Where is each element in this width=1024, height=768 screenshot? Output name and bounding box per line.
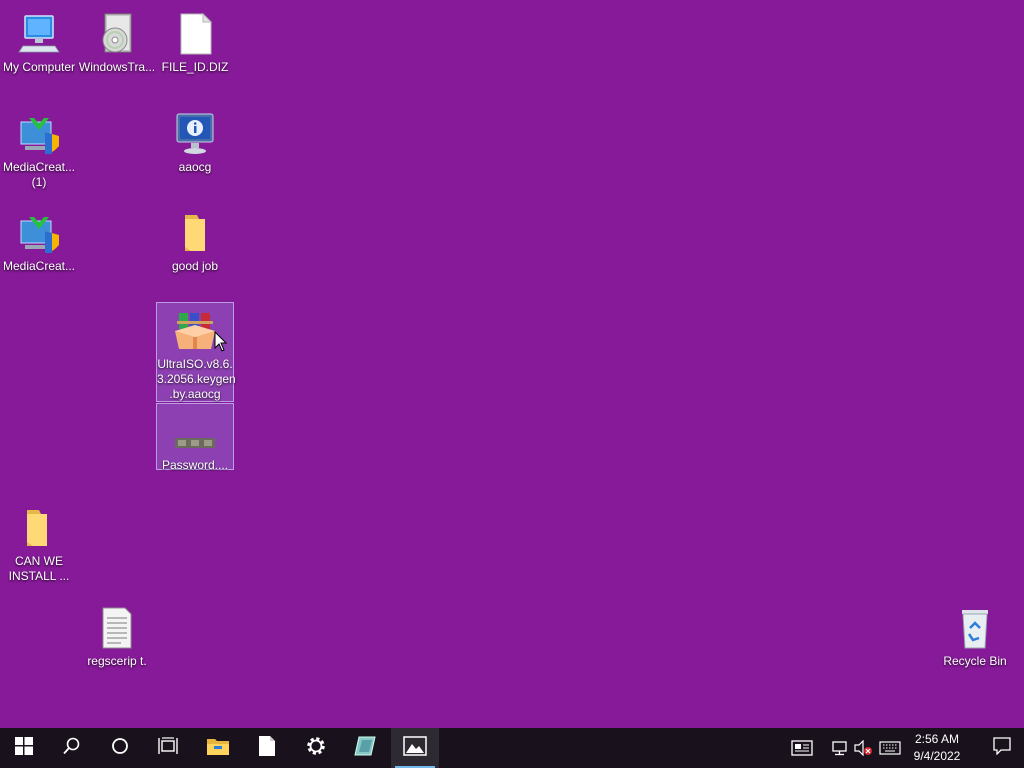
action-center-button[interactable] bbox=[980, 728, 1024, 768]
desktop-icon-label: WindowsTra... bbox=[78, 60, 156, 74]
media-creation-tool-icon bbox=[15, 110, 63, 158]
settings-icon bbox=[305, 735, 327, 762]
app-button[interactable] bbox=[341, 728, 389, 768]
task-view-button[interactable] bbox=[144, 728, 192, 768]
desktop-icon-password[interactable]: Password.... bbox=[156, 403, 234, 472]
mouse-cursor-icon bbox=[214, 330, 228, 353]
network-icon[interactable] bbox=[829, 738, 851, 758]
media-creation-tool-icon bbox=[15, 209, 63, 257]
desktop-icon-label: Password.... bbox=[161, 458, 229, 472]
desktop-icon-my-computer[interactable]: My Computer bbox=[0, 6, 78, 78]
desktop-icon-regscript[interactable]: regscerip t. bbox=[78, 600, 156, 672]
folder-icon bbox=[15, 504, 63, 552]
installer-cd-icon bbox=[93, 10, 141, 58]
folder-icon bbox=[171, 209, 219, 257]
desktop-icon-windows-tra[interactable]: WindowsTra... bbox=[78, 6, 156, 78]
task-view-icon bbox=[158, 736, 178, 760]
document-icon bbox=[171, 10, 219, 58]
desktop-icon-can-we-install[interactable]: CAN WE INSTALL ... bbox=[0, 500, 78, 584]
desktop-icon-media-creat-1[interactable]: MediaCreat... (1) bbox=[0, 106, 78, 190]
windows-start-icon bbox=[15, 736, 33, 760]
taskbar-clock[interactable]: 2:56 AM 9/4/2022 bbox=[906, 731, 968, 765]
text-document-icon bbox=[93, 604, 141, 652]
cortana-button[interactable] bbox=[96, 728, 144, 768]
search-icon bbox=[63, 737, 81, 760]
clock-date: 9/4/2022 bbox=[913, 749, 961, 763]
desktop-icon-good-job[interactable]: good job bbox=[156, 205, 234, 277]
desktop-icon-label: aaocg bbox=[178, 160, 212, 174]
volume-muted-icon[interactable] bbox=[852, 738, 874, 758]
app-icon bbox=[353, 735, 377, 762]
desktop-icon-label: MediaCreat... bbox=[2, 259, 76, 273]
desktop-icon-label: FILE_ID.DIZ bbox=[161, 60, 229, 74]
clock-time: 2:56 AM bbox=[914, 732, 960, 746]
desktop-icon-label: Recycle Bin bbox=[943, 654, 1007, 668]
taskbar: 2:56 AM 9/4/2022 bbox=[0, 728, 1024, 768]
desktop-icon-label: MediaCreat... (1) bbox=[2, 160, 76, 189]
photos-button[interactable] bbox=[391, 728, 439, 768]
desktop-icon-label: UltraISO.v8.6. 3.2056.keygen .by.aaocg bbox=[157, 357, 236, 401]
desktop-icon-label: good job bbox=[171, 259, 219, 273]
desktop-icon-label: CAN WE INSTALL ... bbox=[8, 554, 70, 583]
info-monitor-icon bbox=[171, 110, 219, 158]
notepad-button[interactable] bbox=[243, 728, 291, 768]
photos-icon bbox=[403, 735, 427, 761]
password-file-icon bbox=[171, 408, 219, 456]
desktop-icon-file-id[interactable]: FILE_ID.DIZ bbox=[156, 6, 234, 78]
desktop-icon-label: regscerip t. bbox=[87, 654, 147, 668]
file-explorer-button[interactable] bbox=[194, 728, 242, 768]
computer-icon bbox=[15, 10, 63, 58]
desktop-icon-aaocg[interactable]: aaocg bbox=[156, 106, 234, 178]
notification-icon bbox=[993, 736, 1011, 760]
keyboard-icon[interactable] bbox=[879, 738, 901, 758]
search-button[interactable] bbox=[48, 728, 96, 768]
start-button[interactable] bbox=[0, 728, 48, 768]
winrar-archive-icon bbox=[171, 307, 219, 355]
settings-button[interactable] bbox=[292, 728, 340, 768]
recycle-bin-icon bbox=[951, 604, 999, 652]
notepad-icon bbox=[258, 735, 276, 762]
file-explorer-icon bbox=[206, 736, 230, 761]
cortana-icon bbox=[111, 737, 129, 760]
desktop-icon-media-creat[interactable]: MediaCreat... bbox=[0, 205, 78, 277]
desktop-icon-label: My Computer bbox=[2, 60, 76, 74]
desktop-icon-recycle-bin[interactable]: Recycle Bin bbox=[936, 600, 1014, 672]
news-icon[interactable] bbox=[791, 738, 813, 758]
